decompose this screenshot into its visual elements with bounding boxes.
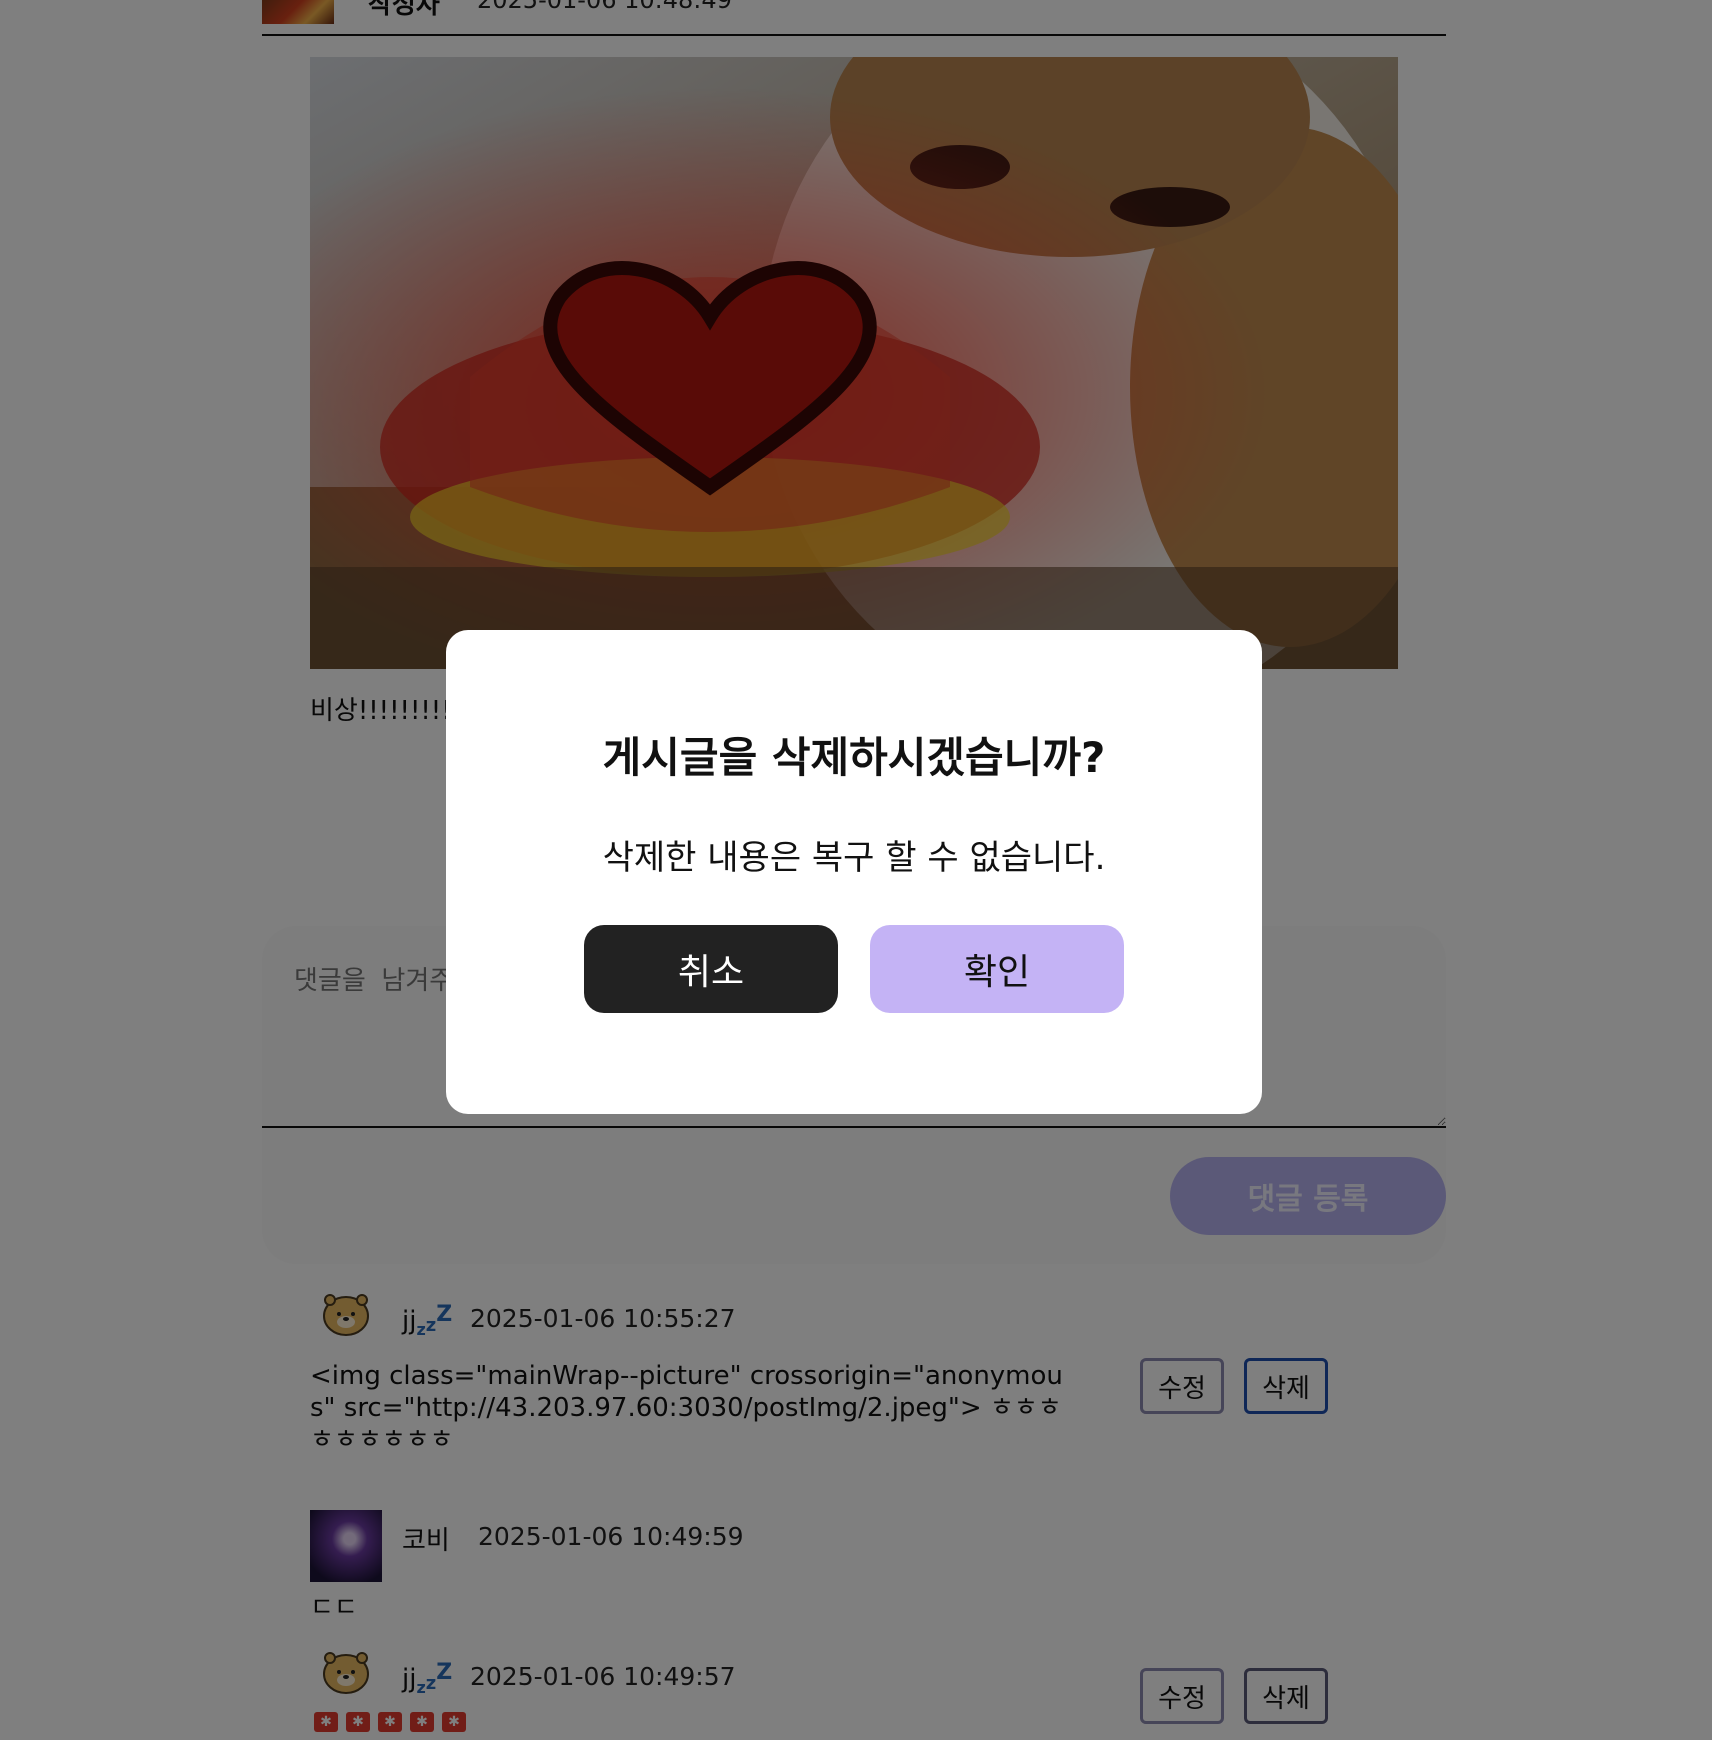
confirm-button[interactable]: 확인 [870, 925, 1124, 1013]
cancel-button[interactable]: 취소 [584, 925, 838, 1013]
dialog-title: 게시글을 삭제하시겠습니까? [602, 733, 1106, 782]
delete-confirm-dialog: 게시글을 삭제하시겠습니까? 삭제한 내용은 복구 할 수 없습니다. 취소 확… [446, 630, 1262, 1114]
post-detail-page: 작성자 2025-01-06 10:48:49 [0, 0, 1712, 1740]
dialog-message: 삭제한 내용은 복구 할 수 없습니다. [602, 838, 1106, 878]
